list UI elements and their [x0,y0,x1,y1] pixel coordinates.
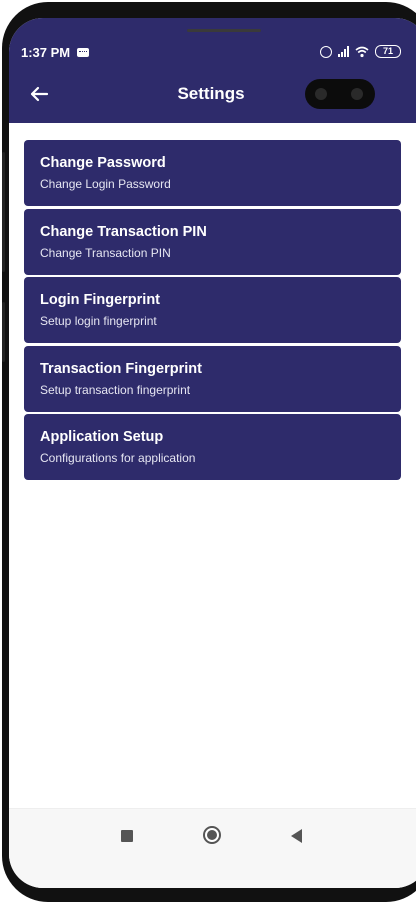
item-title: Login Fingerprint [40,292,161,308]
camera-lens [351,88,363,100]
item-subtitle: Change Transaction PIN [40,245,171,260]
system-nav-bar [9,808,416,888]
settings-item-login-fingerprint[interactable]: Login Fingerprint Setup login fingerprin… [24,277,401,343]
front-camera [305,79,375,109]
camera-lens [315,88,327,100]
settings-item-change-password[interactable]: Change Password Change Login Password [24,140,401,206]
status-icons: 71 [320,45,401,58]
screen: 1:37 PM 71 Settings Change Password Chan… [9,18,416,888]
recents-icon[interactable] [121,830,133,842]
wifi-icon [355,46,369,58]
home-icon[interactable] [203,826,221,844]
status-bar: 1:37 PM 71 [9,42,409,62]
alarm-icon [320,45,332,58]
item-subtitle: Setup transaction fingerprint [40,382,191,397]
settings-list: Change Password Change Login Password Ch… [24,140,401,483]
settings-item-change-transaction-pin[interactable]: Change Transaction PIN Change Transactio… [24,208,401,275]
settings-item-application-setup[interactable]: Application Setup Configurations for app… [24,414,401,480]
item-title: Transaction Fingerprint [40,360,202,377]
item-title: Change Transaction PIN [40,223,207,240]
item-subtitle: Setup login fingerprint [40,314,157,328]
item-subtitle: Configurations for application [40,451,196,465]
item-subtitle: Change Login Password [40,177,171,191]
back-icon[interactable] [291,829,302,843]
status-time: 1:37 PM [21,45,71,60]
speaker-grille [187,29,261,32]
item-title: Application Setup [40,429,164,445]
battery-icon: 71 [375,45,401,58]
item-title: Change Password [40,155,166,171]
power-button [2,302,5,362]
signal-icon [338,46,349,57]
app-bar: 1:37 PM 71 Settings [9,18,416,123]
settings-item-transaction-fingerprint[interactable]: Transaction Fingerprint Setup transactio… [24,345,401,412]
volume-button [2,152,5,272]
message-icon [77,48,89,57]
